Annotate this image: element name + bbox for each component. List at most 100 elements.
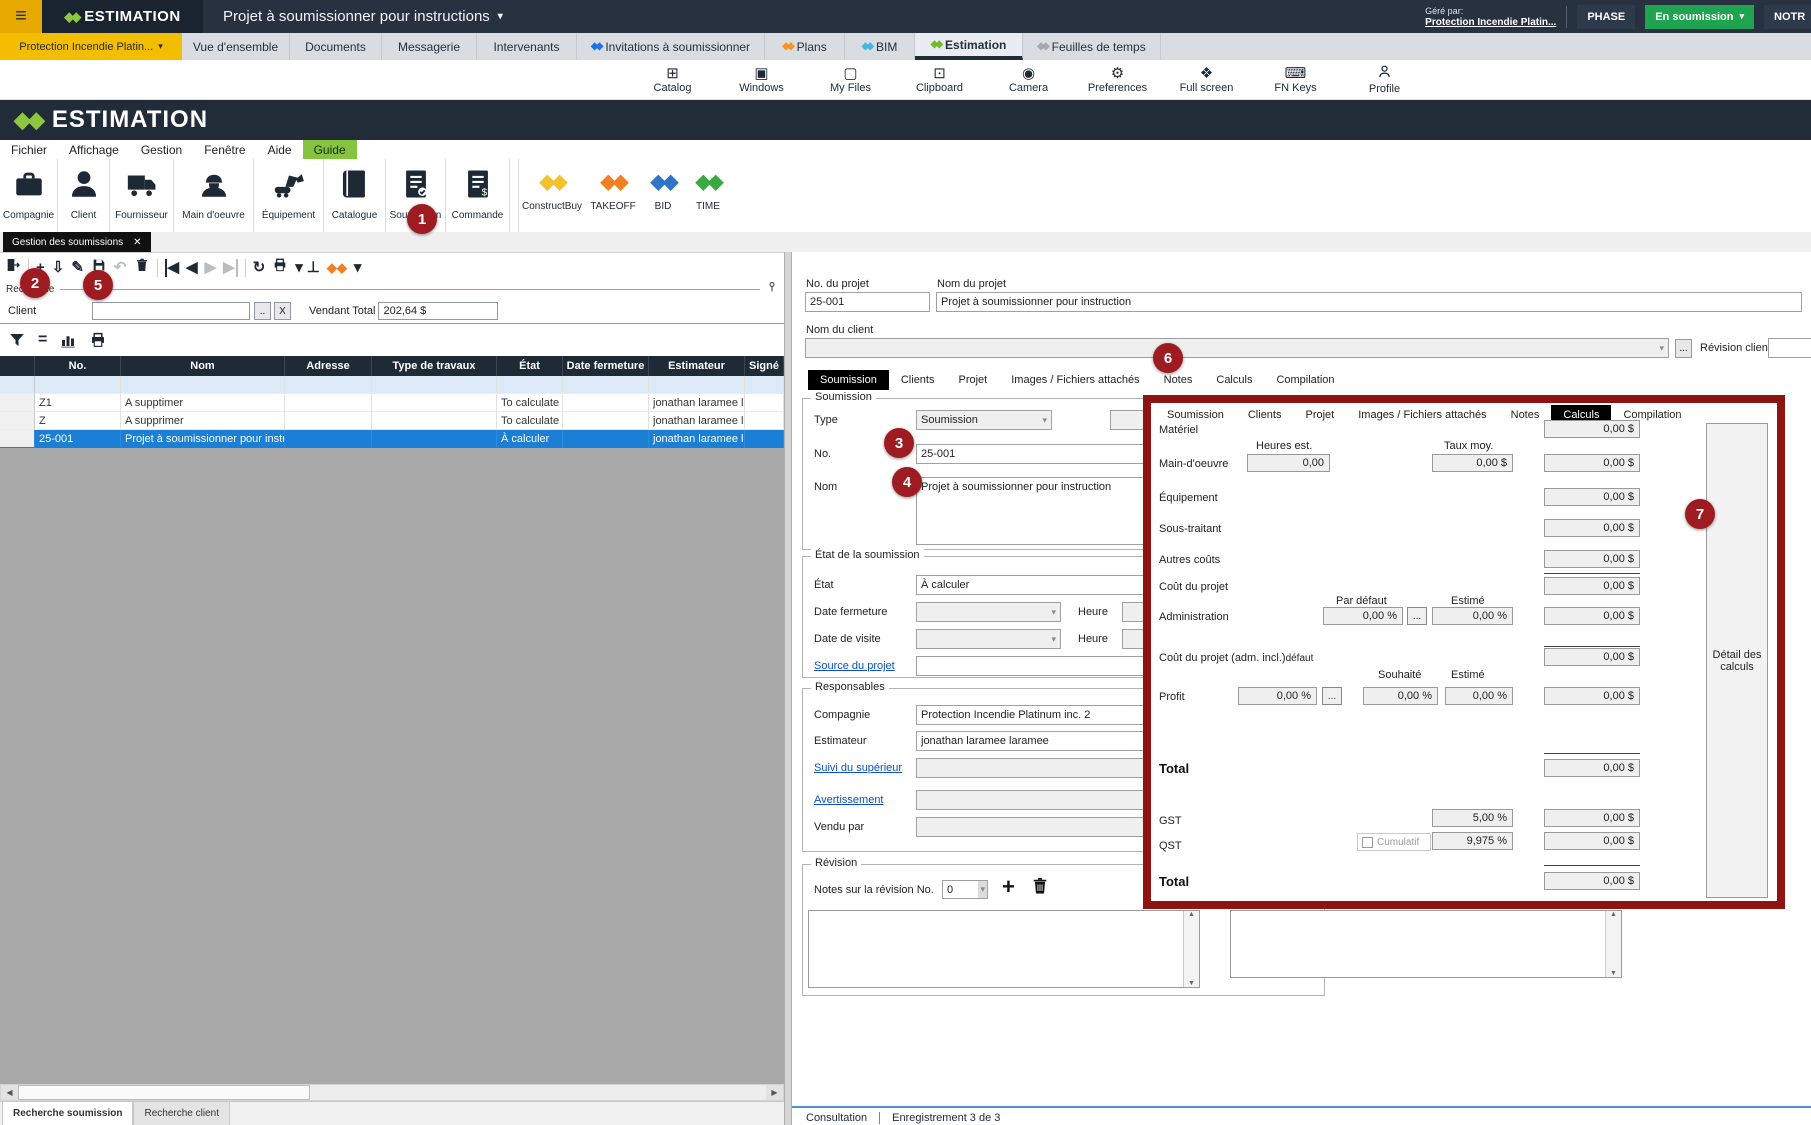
- client-input[interactable]: [92, 302, 250, 320]
- chart-icon[interactable]: [59, 331, 77, 349]
- first-record-icon[interactable]: ◀: [165, 259, 180, 277]
- overlay-tab-images-fichiers[interactable]: Images / Fichiers attachés: [1346, 405, 1498, 425]
- corner-badge[interactable]: NOTR: [1764, 5, 1811, 29]
- previous-record-icon[interactable]: ◀: [186, 259, 198, 277]
- windows-button[interactable]: ▣Windows: [717, 66, 806, 94]
- filter-row[interactable]: [0, 376, 784, 394]
- scroll-left-icon[interactable]: ◀: [1, 1085, 18, 1100]
- profit-souhaite-pct[interactable]: 0,00 %: [1363, 687, 1438, 705]
- scrollbar[interactable]: ▲▼: [1605, 911, 1621, 977]
- menu-gestion[interactable]: Gestion: [130, 140, 193, 159]
- tab-documents[interactable]: Documents: [290, 33, 382, 60]
- profile-button[interactable]: Profile: [1340, 64, 1429, 95]
- import-icon[interactable]: ⇩: [52, 259, 65, 277]
- tab-feuilles-de-temps[interactable]: ◆◆Feuilles de temps: [1023, 33, 1161, 60]
- takeoff-button[interactable]: ◆◆ TAKEOFF: [585, 159, 641, 232]
- managed-by-link[interactable]: Protection Incendie Platin...: [1425, 17, 1556, 28]
- nom-client-lookup-button[interactable]: ...: [1675, 339, 1692, 358]
- tab-invitations[interactable]: ◆◆Invitations à soumissionner: [577, 33, 765, 60]
- print-dropdown-icon[interactable]: ▾: [295, 259, 300, 277]
- funnel-icon[interactable]: [8, 331, 26, 349]
- close-icon[interactable]: ✕: [133, 237, 141, 248]
- cumulatif-checkbox[interactable]: Cumulatif: [1357, 833, 1431, 851]
- overlay-tab-projet[interactable]: Projet: [1293, 405, 1346, 425]
- checkbox-icon[interactable]: [1362, 837, 1373, 848]
- menu-aide[interactable]: Aide: [257, 140, 303, 159]
- gst-pct[interactable]: 5,00 %: [1432, 809, 1513, 827]
- brand-diamond-icon[interactable]: ◆◆: [327, 259, 347, 277]
- tab-recherche-soumission[interactable]: Recherche soumission: [2, 1102, 133, 1125]
- overlay-tab-soumission[interactable]: Soumission: [1155, 405, 1236, 425]
- exit-icon[interactable]: [5, 257, 21, 278]
- tab-recherche-client[interactable]: Recherche client: [133, 1102, 229, 1125]
- menu-fichier[interactable]: Fichier: [0, 140, 58, 159]
- main-doeuvre-taux[interactable]: 0,00 $: [1432, 454, 1513, 472]
- col-estimateur[interactable]: Estimateur: [649, 356, 745, 376]
- scrollbar[interactable]: ▲▼: [1183, 911, 1199, 987]
- row-selector[interactable]: [0, 394, 35, 412]
- equipement-button[interactable]: Équipement: [254, 159, 324, 232]
- scroll-up-icon[interactable]: ▲: [1610, 911, 1617, 918]
- revision-notes-textarea[interactable]: ▲▼: [808, 910, 1200, 988]
- hamburger-menu-icon[interactable]: ≡: [0, 0, 42, 33]
- tab-clients[interactable]: Clients: [889, 370, 947, 390]
- nom-projet-field[interactable]: Projet à soumissionner pour instruction: [936, 292, 1802, 312]
- tab-plans[interactable]: ◆◆Plans: [765, 33, 845, 60]
- catalog-button[interactable]: ⊞Catalog: [628, 66, 717, 94]
- detail-calculs-button[interactable]: Détail des calculs: [1706, 423, 1768, 898]
- print-icon[interactable]: [272, 257, 288, 278]
- pin-icon[interactable]: [766, 280, 778, 298]
- time-button[interactable]: ◆◆ TIME: [685, 159, 731, 232]
- tab-intervenants[interactable]: Intervenants: [477, 33, 577, 60]
- project-title-dropdown[interactable]: Projet à soumissionner pour instructions…: [223, 8, 503, 25]
- compagnie-button[interactable]: Compagnie: [0, 159, 58, 232]
- next-record-icon[interactable]: ▶: [205, 259, 217, 277]
- tab-compilation[interactable]: Compilation: [1264, 370, 1346, 390]
- preferences-button[interactable]: ⚙Preferences: [1073, 66, 1162, 94]
- scrollbar-thumb[interactable]: [18, 1085, 310, 1100]
- main-doeuvre-button[interactable]: Main d'oeuvre: [174, 159, 254, 232]
- fn-keys-button[interactable]: ⌨FN Keys: [1251, 66, 1340, 94]
- revision-no-dropdown[interactable]: 0 ▾: [942, 880, 988, 899]
- col-etat[interactable]: État: [497, 356, 563, 376]
- last-record-icon[interactable]: ▶: [223, 259, 238, 277]
- scroll-down-icon[interactable]: ▼: [1188, 980, 1195, 987]
- scroll-right-icon[interactable]: ▶: [766, 1085, 783, 1100]
- tab-notes[interactable]: Notes: [1152, 370, 1205, 390]
- tab-gestion-des-soumissions[interactable]: Gestion des soumissions ✕: [3, 232, 151, 252]
- delete-revision-icon[interactable]: [1030, 876, 1050, 901]
- brand-dropdown-icon[interactable]: ▾: [354, 259, 359, 277]
- scroll-down-icon[interactable]: ▼: [1610, 970, 1617, 977]
- fournisseur-button[interactable]: Fournisseur: [110, 159, 174, 232]
- tab-soumission[interactable]: Soumission: [808, 370, 889, 390]
- undo-icon[interactable]: ↶: [114, 259, 127, 277]
- client-lookup-button[interactable]: ..: [254, 302, 271, 320]
- trash-icon[interactable]: [134, 257, 150, 278]
- full-screen-button[interactable]: ❖Full screen: [1162, 66, 1251, 94]
- avertissement-link[interactable]: Avertissement: [814, 794, 884, 806]
- secondary-notes-textarea[interactable]: ▲▼: [1230, 910, 1622, 978]
- export-icon[interactable]: ⊥: [307, 259, 320, 277]
- profit-defaut-pct[interactable]: 0,00 %: [1238, 687, 1317, 705]
- administration-defaut-pct[interactable]: 0,00 %: [1323, 607, 1403, 625]
- revision-client-field[interactable]: [1768, 338, 1811, 358]
- table-row[interactable]: Z1 A supptimer To calculate jonathan lar…: [0, 394, 784, 412]
- refresh-icon[interactable]: ↻: [253, 259, 266, 277]
- clipboard-button[interactable]: ⊡Clipboard: [895, 66, 984, 94]
- menu-fenetre[interactable]: Fenêtre: [193, 140, 256, 159]
- tab-bim[interactable]: ◆◆BIM: [845, 33, 915, 60]
- constructbuy-button[interactable]: ◆◆ ConstructBuy: [519, 159, 585, 232]
- suivi-superieur-link[interactable]: Suivi du supérieur: [814, 762, 902, 774]
- horizontal-scrollbar[interactable]: ◀ ▶: [0, 1084, 784, 1101]
- catalogue-button[interactable]: Catalogue: [324, 159, 386, 232]
- table-row-selected[interactable]: 25-001 Projet à soumissionner pour instr…: [0, 430, 784, 448]
- search-panel-header[interactable]: Recherche: [0, 281, 784, 297]
- menu-guide[interactable]: Guide: [303, 140, 357, 159]
- panel-splitter[interactable]: [784, 252, 792, 1125]
- summary-icon[interactable]: =: [38, 331, 47, 349]
- add-revision-icon[interactable]: +: [1002, 874, 1015, 900]
- overlay-tab-clients[interactable]: Clients: [1236, 405, 1294, 425]
- printer-icon[interactable]: [89, 331, 107, 349]
- type-dropdown[interactable]: Soumission ▾: [916, 410, 1052, 430]
- tab-messagerie[interactable]: Messagerie: [382, 33, 477, 60]
